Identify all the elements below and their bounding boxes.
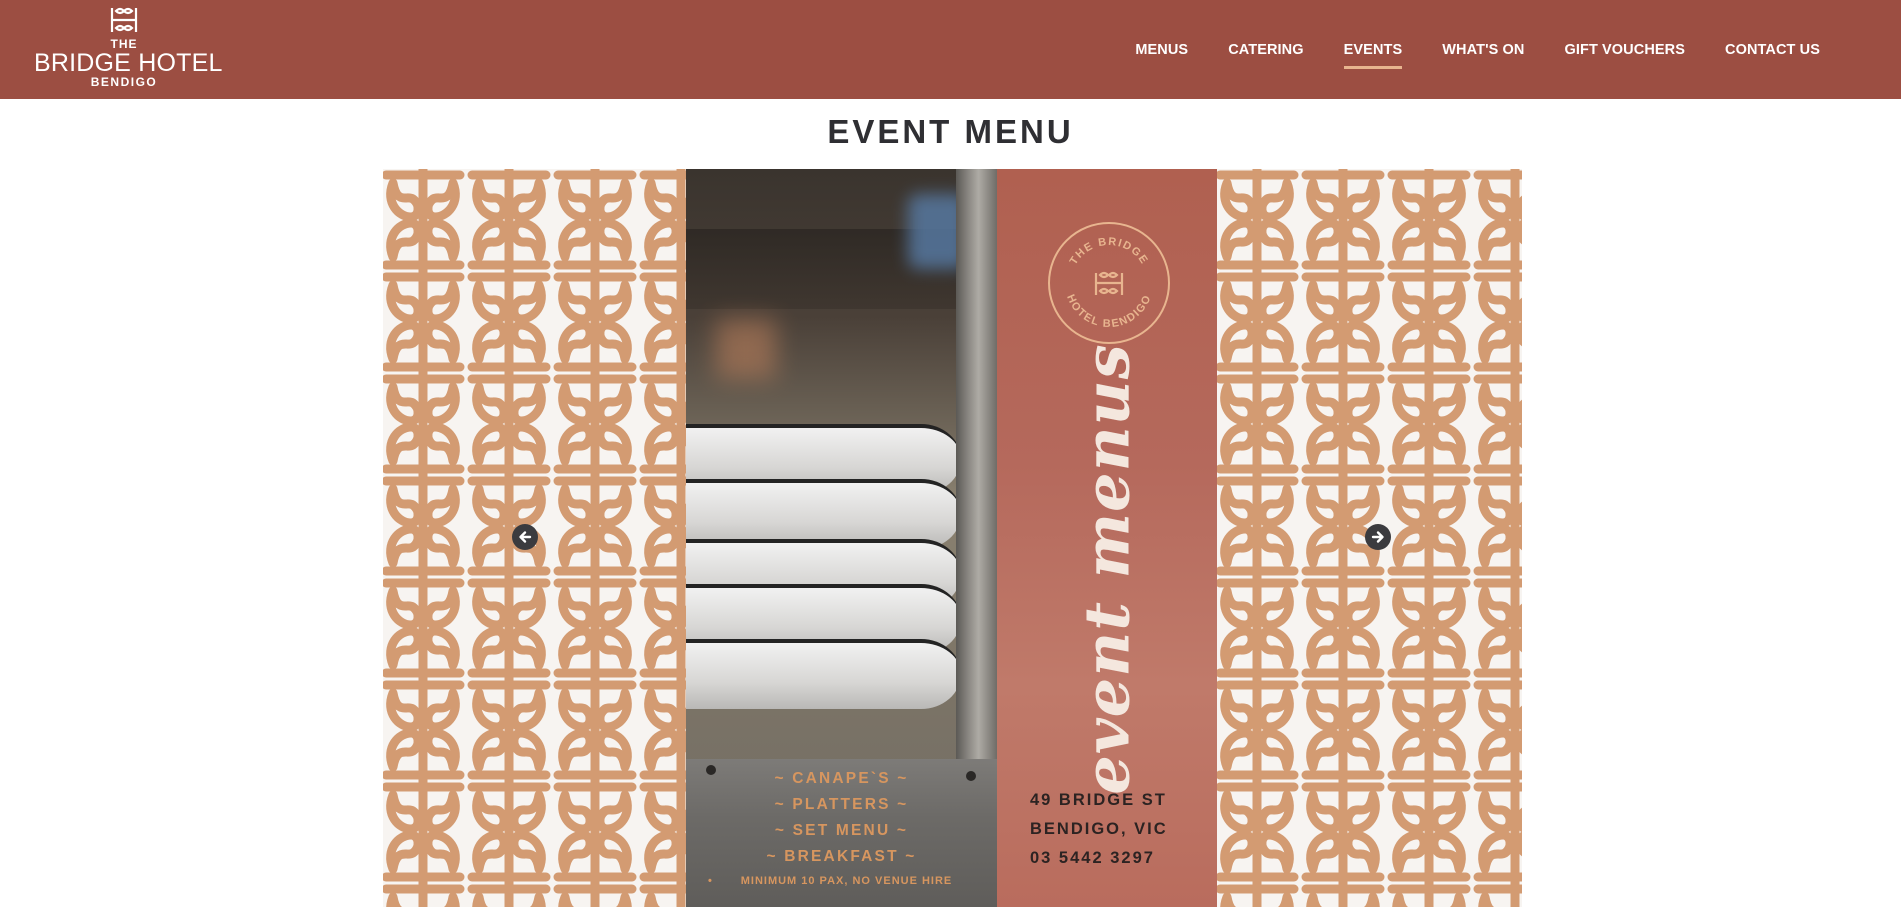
- arrow-right-circle-icon: [1371, 531, 1384, 543]
- svg-text:THE BRIDGE: THE BRIDGE: [1068, 236, 1151, 267]
- menu-line-breakfast: ~ BREAKFAST ~: [766, 848, 917, 865]
- menu-line-canapes: ~ CANAPE`S ~: [774, 770, 909, 787]
- menu-line-platters: ~ PLATTERS ~: [774, 796, 909, 813]
- nav-item-whats-on[interactable]: WHAT'S ON: [1442, 42, 1524, 58]
- event-menu-carousel: ~ CANAPE`S ~ ~ PLATTERS ~ ~ SET MENU ~ ~…: [383, 169, 1522, 907]
- site-logo[interactable]: THE BRIDGE HOTEL BENDIGO: [34, 6, 223, 92]
- menu-list: ~ CANAPE`S ~ ~ PLATTERS ~ ~ SET MENU ~ ~…: [686, 766, 997, 890]
- arrow-left-circle-icon: [519, 531, 532, 543]
- plates-photo: ~ CANAPE`S ~ ~ PLATTERS ~ ~ SET MENU ~ ~…: [686, 169, 997, 907]
- carousel-prev-button[interactable]: [512, 524, 538, 550]
- address-phone: 03 5442 3297: [1030, 849, 1155, 867]
- nav-item-events[interactable]: EVENTS: [1343, 42, 1403, 69]
- menu-line-set-menu: ~ SET MENU ~: [774, 822, 909, 839]
- logo-location: BENDIGO: [90, 75, 158, 89]
- nav-item-menus[interactable]: MENUS: [1135, 42, 1188, 58]
- plate: [686, 639, 961, 709]
- carousel-next-button[interactable]: [1365, 524, 1391, 550]
- nav-item-catering[interactable]: CATERING: [1228, 42, 1303, 58]
- site-header: THE BRIDGE HOTEL BENDIGO MENUS CATERING …: [0, 0, 1901, 99]
- event-menus-script-title: event menus: [1070, 343, 1144, 795]
- nav-item-gift-vouchers[interactable]: GIFT VOUCHERS: [1564, 42, 1685, 58]
- address-city: BENDIGO, VIC: [1030, 820, 1168, 838]
- menu-note: MINIMUM 10 PAX, NO VENUE HIRE: [686, 872, 997, 890]
- address-street: 49 BRIDGE ST: [1030, 791, 1167, 809]
- event-menus-panel: THE BRIDGE HOTEL BENDIGO event menus 49 …: [997, 169, 1217, 907]
- bridge-logo-icon: [110, 7, 138, 32]
- venue-address: 49 BRIDGE ST BENDIGO, VIC 03 5442 3297: [1030, 786, 1168, 873]
- svg-text:HOTEL BENDIGO: HOTEL BENDIGO: [1064, 293, 1154, 330]
- nav-item-contact-us[interactable]: CONTACT US: [1725, 42, 1820, 58]
- logo-name: BRIDGE HOTEL: [34, 49, 223, 77]
- main-nav: MENUS CATERING EVENTS WHAT'S ON GIFT VOU…: [1095, 0, 1820, 99]
- bridge-hotel-seal-icon: THE BRIDGE HOTEL BENDIGO: [1048, 222, 1170, 344]
- page-title: EVENT MENU: [827, 113, 1074, 150]
